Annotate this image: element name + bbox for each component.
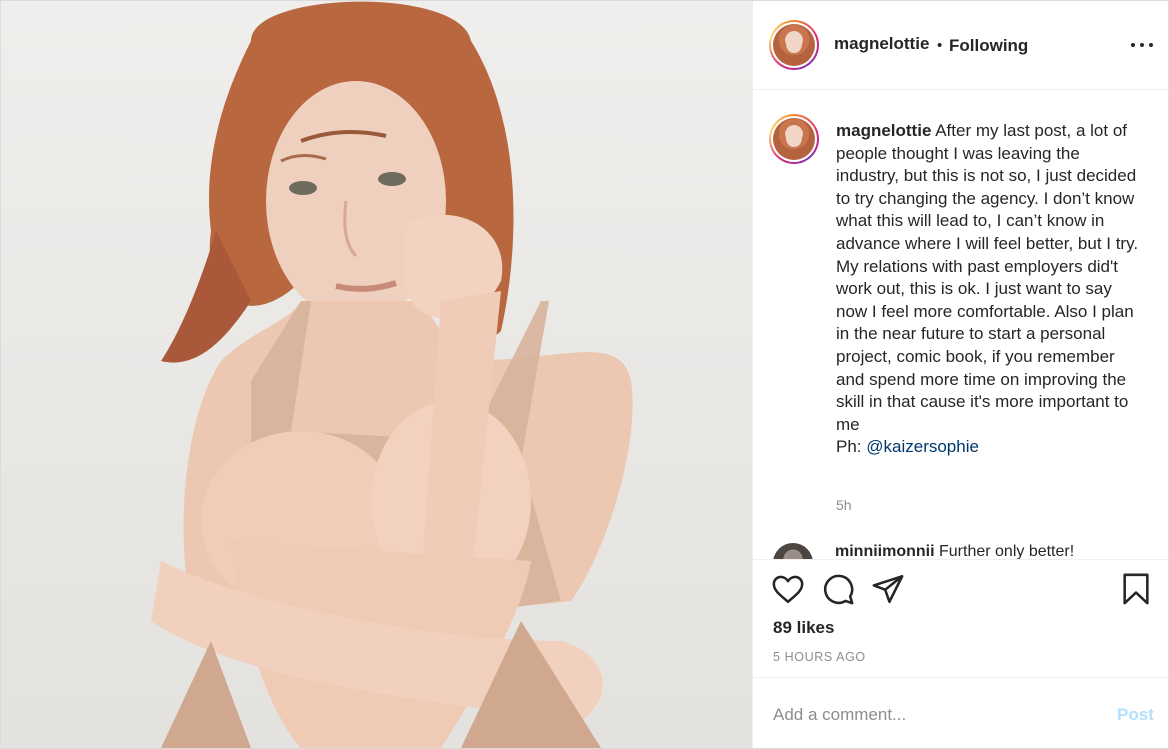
likes-count[interactable]: 89 likes	[773, 618, 834, 638]
comment-text: minniimonnii Further only better!	[835, 543, 1074, 559]
photographer-mention[interactable]: @kaizersophie	[866, 437, 979, 456]
comment-item: minniimonnii Further only better!	[773, 543, 1163, 559]
commenter-username[interactable]: minniimonnii	[835, 543, 935, 559]
post-side-panel: magnelottie • Following magnelottie Afte…	[752, 1, 1169, 748]
heart-icon[interactable]	[771, 572, 805, 606]
caption-username[interactable]: magnelottie	[836, 121, 931, 140]
add-comment-section: Post	[753, 677, 1169, 748]
post-container: magnelottie • Following magnelottie Afte…	[0, 0, 1169, 749]
comment-bubble-icon[interactable]	[821, 572, 855, 606]
caption-avatar[interactable]	[769, 114, 819, 164]
photo-credit-prefix: Ph:	[836, 437, 867, 457]
action-bar: 89 likes 5 HOURS AGO	[753, 559, 1169, 677]
author-username[interactable]: magnelottie	[834, 34, 929, 54]
commenter-avatar[interactable]	[773, 543, 813, 559]
paper-plane-icon[interactable]	[871, 572, 905, 606]
posted-time[interactable]: 5 HOURS AGO	[773, 650, 866, 664]
bookmark-icon[interactable]	[1119, 572, 1153, 606]
comment-body: Further only better!	[939, 543, 1075, 559]
caption-timestamp[interactable]: 5h	[836, 497, 852, 513]
post-caption: magnelottie After my last post, a lot of…	[836, 120, 1146, 459]
separator-dot: •	[937, 37, 943, 54]
post-photo[interactable]	[1, 1, 752, 748]
more-horizontal-icon[interactable]	[1131, 34, 1153, 56]
post-comment-button[interactable]: Post	[1117, 705, 1154, 725]
author-avatar[interactable]	[769, 20, 819, 70]
portrait-image	[151, 1, 633, 748]
comment-input[interactable]	[773, 698, 1093, 732]
following-button[interactable]: Following	[949, 36, 1028, 56]
caption-text: After my last post, a lot of people thou…	[836, 121, 1139, 434]
comments-list[interactable]: magnelottie After my last post, a lot of…	[753, 91, 1169, 559]
post-header: magnelottie • Following	[753, 1, 1169, 90]
